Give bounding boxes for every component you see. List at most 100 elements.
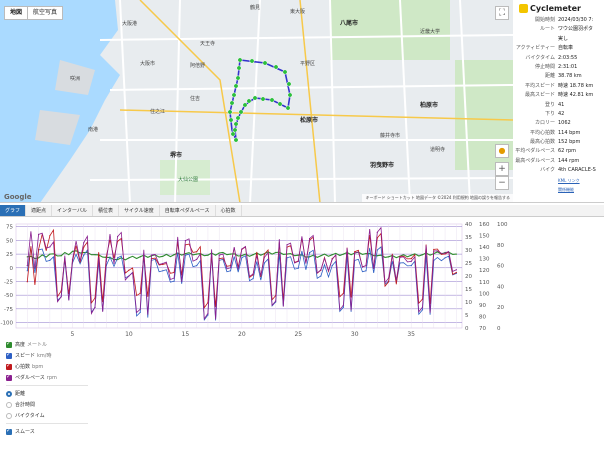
data-point (196, 265, 198, 267)
route-marker[interactable] (232, 127, 238, 133)
fullscreen-icon[interactable]: ⛶ (495, 6, 509, 20)
stat-value: 41 (558, 101, 565, 108)
x-axis-option[interactable]: 合計時間 (2, 399, 92, 410)
y-tick-label: 0 (10, 266, 14, 272)
series-toggle[interactable]: ペダルペースrpm (2, 372, 92, 383)
route-marker[interactable] (269, 97, 275, 103)
route-marker[interactable] (236, 65, 242, 71)
route-marker[interactable] (235, 115, 241, 121)
route-marker[interactable] (252, 95, 258, 101)
series-toggle[interactable]: スピードkm/時 (2, 350, 92, 361)
tab-5[interactable]: 自転車ペダルペース (160, 205, 216, 216)
series-toggle[interactable]: 心拍数bpm (2, 361, 92, 372)
checkbox-icon[interactable] (6, 427, 12, 435)
option-label: 合計時間 (15, 402, 36, 408)
pegman-icon[interactable]: ● (495, 144, 509, 158)
zoom-out-button[interactable]: − (495, 176, 509, 190)
map-label: 八尾市 (340, 20, 359, 27)
route-marker[interactable] (242, 102, 248, 108)
map-label: 松原市 (300, 117, 319, 124)
route-marker[interactable] (287, 92, 293, 98)
tab-2[interactable]: インターバル (52, 205, 93, 216)
stat-label: 停止時間 (534, 63, 555, 70)
y-right-tick-label: 100 (497, 222, 508, 228)
tab-3[interactable]: 積位表 (93, 205, 119, 216)
zoom-in-button[interactable]: + (495, 162, 509, 176)
route-marker[interactable] (227, 109, 233, 115)
data-point (399, 256, 401, 258)
route-marker[interactable] (260, 96, 266, 102)
series-unit: メートル (27, 342, 48, 348)
tab-1[interactable]: 適距点 (26, 205, 53, 216)
radio-icon[interactable] (6, 412, 12, 419)
stat-row: バイク 4th CARACLE-S (513, 166, 604, 175)
y-right-tick-label: 15 (465, 287, 472, 293)
stat-label: 平均スピード (524, 82, 555, 89)
data-point (139, 256, 141, 258)
smooth-label: スムース (15, 429, 35, 435)
route-marker[interactable] (238, 109, 244, 115)
route-marker[interactable] (286, 81, 292, 87)
data-point (410, 265, 412, 267)
checkbox-icon[interactable] (6, 362, 12, 370)
chart-svg[interactable]: 75 50 25 0 -25 -50 -75 -100 5 10 15 20 25 30 35 40 35 30 2… (0, 218, 604, 338)
data-point (26, 270, 28, 272)
checkbox-icon[interactable] (6, 340, 12, 348)
route-map[interactable]: 地図 航空写真 ⛶ ● + − 八尾市 南港 大阪港 柏原市 松原市 藤井寺市 … (0, 0, 513, 203)
stat-row: バイクタイム 2:03:55 (513, 54, 604, 63)
data-point (37, 233, 40, 235)
stat-row: アクティビティー 自転車 (513, 44, 604, 53)
map-footer[interactable]: キーボード ショートカット 地図データ ©2024 利用規約 地図の誤りを報告す… (362, 194, 513, 202)
related-link[interactable]: 関係機能 (558, 185, 604, 194)
checkbox-icon[interactable] (6, 351, 12, 359)
y-right-tick-label: 70 (479, 326, 486, 332)
y-right-tick-label: 30 (465, 248, 472, 254)
data-point (173, 254, 175, 256)
smooth-toggle[interactable]: スムース (2, 426, 92, 437)
kml-link[interactable]: KML リンク (558, 176, 604, 185)
radio-icon[interactable] (6, 390, 12, 397)
data-point (444, 252, 446, 254)
route-marker[interactable] (235, 75, 241, 81)
data-point (229, 267, 232, 269)
route-marker[interactable] (229, 100, 235, 106)
route-marker[interactable] (231, 92, 237, 98)
route-marker[interactable] (230, 131, 236, 137)
tab-6[interactable]: 心拍数 (216, 205, 242, 216)
route-marker[interactable] (273, 64, 279, 70)
route-marker[interactable] (262, 60, 268, 66)
route-marker[interactable] (233, 121, 239, 127)
stat-label: バイクタイム (525, 54, 555, 61)
route-marker[interactable] (282, 69, 288, 75)
map-type-satellite-button[interactable]: 航空写真 (27, 6, 64, 20)
map-label: 咲洲 (70, 76, 81, 82)
x-axis-option[interactable]: 距離 (2, 388, 92, 399)
data-point (71, 250, 74, 252)
stat-value: 144 rpm (558, 157, 580, 164)
y-tick-label: -25 (4, 279, 13, 285)
tab-0[interactable]: グラフ (0, 205, 27, 216)
ride-chart[interactable]: 75 50 25 0 -25 -50 -75 -100 5 10 15 20 25 30 35 40 35 30 2… (0, 218, 604, 338)
route-marker[interactable] (228, 117, 234, 123)
radio-icon[interactable] (6, 401, 12, 408)
route-marker[interactable] (249, 58, 255, 64)
checkbox-icon[interactable] (6, 373, 12, 381)
data-point (410, 260, 412, 263)
route-marker[interactable] (285, 105, 291, 111)
data-point (354, 251, 356, 253)
route-marker[interactable] (246, 98, 252, 104)
route-marker[interactable] (233, 137, 239, 143)
route-marker[interactable] (277, 101, 283, 107)
stat-value: 4th CARACLE-S (558, 167, 596, 174)
series-toggle[interactable]: 高度メートル (2, 339, 92, 350)
x-axis-option[interactable]: バイクタイム (2, 410, 92, 421)
data-point (376, 255, 378, 257)
route-marker[interactable] (237, 57, 243, 63)
route-marker[interactable] (233, 83, 239, 89)
data-point (173, 280, 175, 282)
stat-label (513, 35, 558, 44)
data-point (421, 306, 424, 308)
data-point (331, 254, 333, 256)
tab-4[interactable]: サイクル速度 (119, 205, 160, 216)
map-type-map-button[interactable]: 地図 (4, 6, 29, 20)
